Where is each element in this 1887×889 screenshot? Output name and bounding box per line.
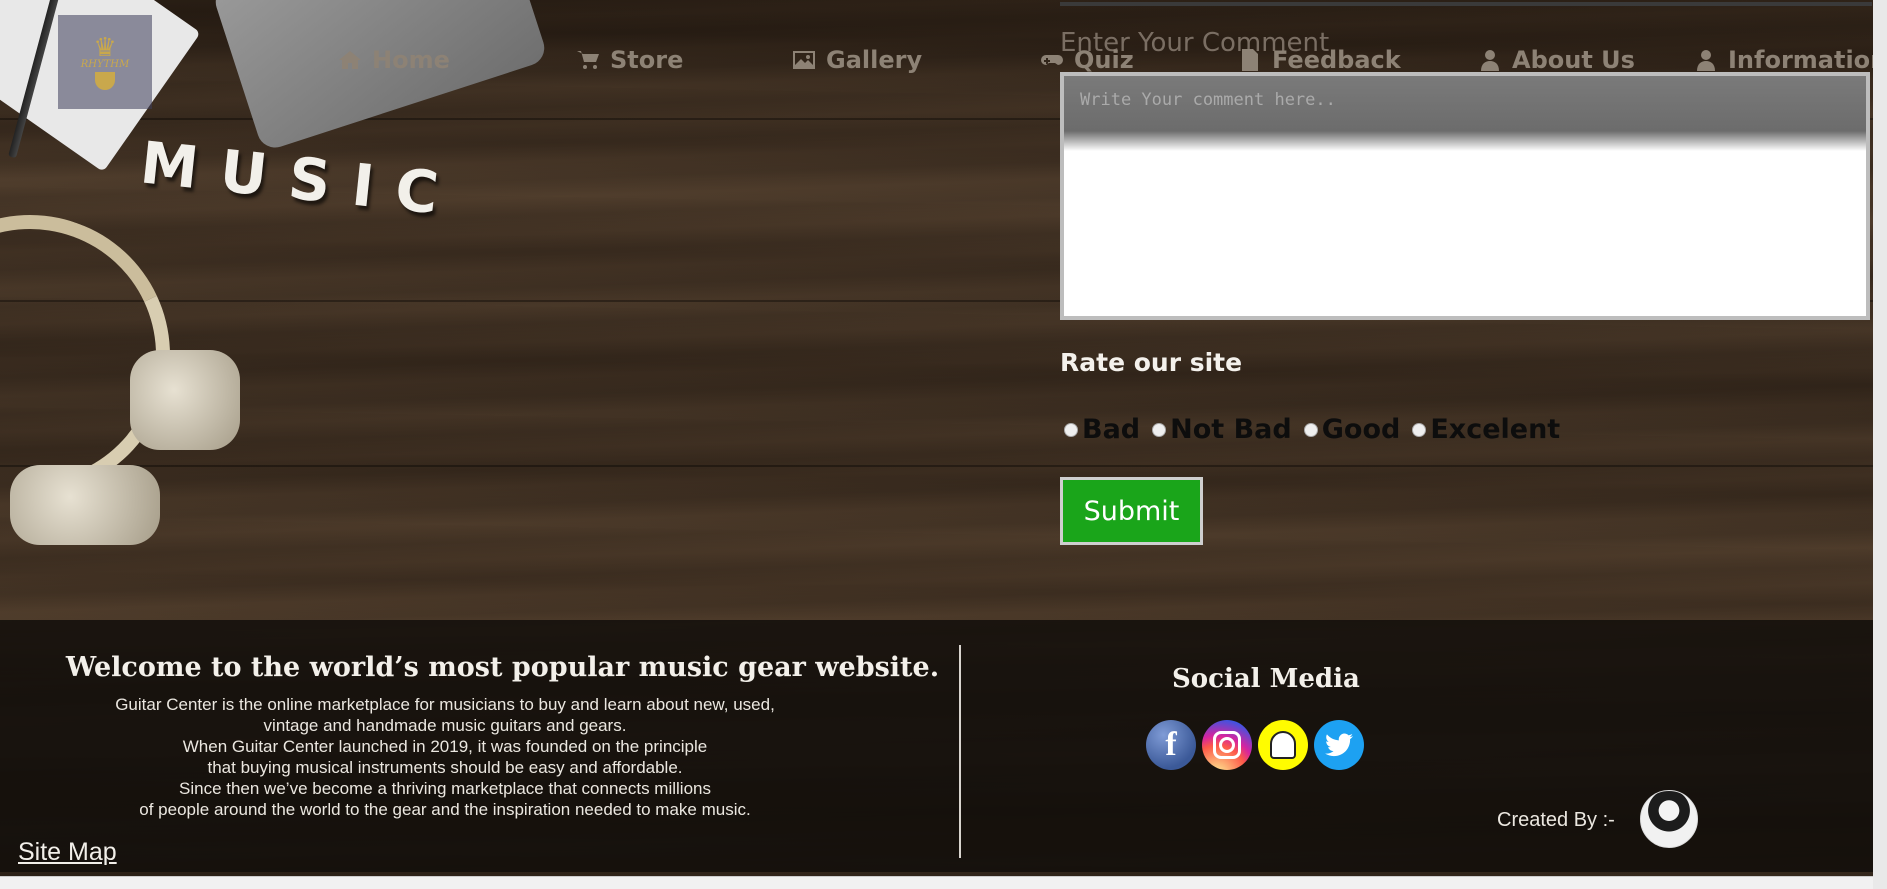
footer-divider [959,645,961,858]
rating-group: Bad Not Bad Good Excelent [1064,414,1566,445]
rating-option-bad[interactable]: Bad [1064,414,1140,445]
crown-icon: ♛ [93,31,117,62]
user-icon [1481,50,1499,71]
document-icon [1242,49,1258,71]
footer-title: Welcome to the world’s most popular musi… [65,652,940,683]
headphones-cup-image [130,350,240,450]
nav-quiz[interactable]: Quiz [1040,46,1134,74]
laptop-image [211,0,549,153]
music-letters-image: MUSIC [137,128,464,230]
form-top-border [1060,2,1872,6]
created-by-label: Created By :- [1497,809,1615,831]
radio-button[interactable] [1412,422,1427,437]
nav-about-us[interactable]: About Us [1478,46,1635,74]
image-icon [793,51,815,69]
nav-store[interactable]: Store [576,46,683,74]
horizontal-scrollbar[interactable] [0,876,1887,889]
footer-line: of people around the world to the gear a… [139,800,751,819]
rate-title: Rate our site [1060,348,1243,377]
rating-label: Good [1321,414,1401,445]
snapchat-icon[interactable] [1258,720,1308,770]
footer-line: vintage and handmade music guitars and g… [263,716,627,735]
rating-option-excelent[interactable]: Excelent [1412,414,1560,445]
footer-line: Since then we’ve become a thriving marke… [179,779,711,798]
radio-button[interactable] [1064,422,1078,437]
social-media-title: Social Media [1172,664,1360,694]
rating-label: Excelent [1430,414,1561,445]
radio-button[interactable] [1303,422,1318,437]
vertical-scrollbar[interactable] [1873,0,1887,889]
logo-text: RHYTHM [80,58,130,70]
facebook-icon[interactable]: f [1146,720,1196,770]
gamepad-icon [1041,55,1063,65]
site-logo[interactable]: ♛ RHYTHM [58,15,152,109]
footer-line: that buying musical instruments should b… [207,758,683,777]
footer-line: Guitar Center is the online marketplace … [115,695,775,714]
radio-button[interactable] [1152,422,1167,437]
cart-icon [577,51,599,69]
twitter-icon[interactable] [1314,720,1364,770]
nav-information-label: Information [1728,46,1887,74]
wood-grain [0,465,1887,467]
nav-about-us-label: About Us [1512,46,1635,74]
nav-quiz-label: Quiz [1074,46,1134,74]
submit-button[interactable]: Submit [1060,477,1203,545]
rating-label: Bad [1082,414,1141,445]
home-icon [339,51,361,69]
nav-gallery[interactable]: Gallery [792,46,922,74]
footer-description: Guitar Center is the online marketplace … [0,694,890,820]
footer-line: When Guitar Center launched in 2019, it … [182,737,708,756]
avatar [1640,790,1698,848]
user-icon [1697,50,1715,71]
nav-information[interactable]: Information [1694,46,1887,74]
headphones-cup-image [10,465,160,545]
rating-option-good[interactable]: Good [1303,414,1401,445]
nav-store-label: Store [610,46,684,74]
shield-icon [95,71,115,90]
nav-feedback[interactable]: Feedback [1238,46,1401,74]
nav-feedback-label: Feedback [1272,46,1401,74]
rating-option-not-bad[interactable]: Not Bad [1152,414,1292,445]
site-map-link[interactable]: Site Map [18,838,117,867]
nav-home[interactable]: Home [338,46,450,74]
instagram-icon[interactable] [1202,720,1252,770]
social-links: f [1146,720,1364,770]
comment-textarea[interactable] [1060,72,1870,320]
nav-gallery-label: Gallery [826,46,923,74]
nav-home-label: Home [372,46,450,74]
rating-label: Not Bad [1170,414,1292,445]
